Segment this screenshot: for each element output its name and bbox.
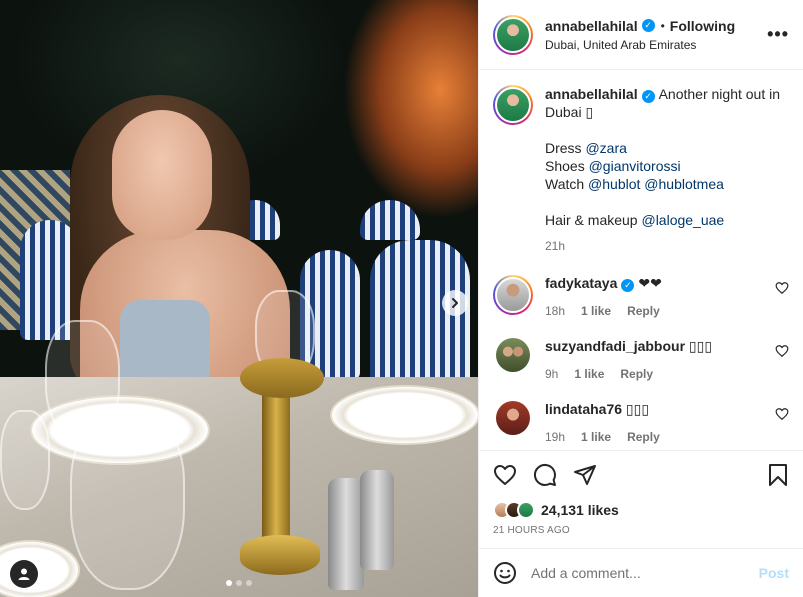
likes-summary[interactable]: 24,131 likes bbox=[493, 501, 789, 519]
comment-text: ❤❤ bbox=[638, 275, 662, 291]
hair-label: Hair & makeup bbox=[545, 212, 638, 228]
mention-link[interactable]: @gianvitorossi bbox=[589, 158, 681, 174]
mention-link[interactable]: @hublot bbox=[588, 176, 640, 192]
heart-icon[interactable] bbox=[775, 281, 789, 295]
author-username[interactable]: annabellahilal bbox=[545, 18, 638, 34]
emoji-icon[interactable] bbox=[493, 561, 517, 585]
post-actions: 24,131 likes 21 HOURS AGO bbox=[479, 450, 803, 536]
comment-item: fadykataya ✓ ❤❤ 18h 1 like Reply bbox=[493, 275, 789, 318]
comment-likes[interactable]: 1 like bbox=[574, 367, 604, 381]
shoes-label: Shoes bbox=[545, 158, 585, 174]
post-caption: annabellahilal ✓ Another night out in Duba… bbox=[493, 85, 789, 255]
dress-label: Dress bbox=[545, 140, 582, 156]
heart-icon[interactable] bbox=[493, 463, 517, 487]
more-options-icon[interactable]: ••• bbox=[767, 24, 789, 45]
comment-input[interactable] bbox=[531, 565, 759, 581]
share-icon[interactable] bbox=[573, 463, 597, 487]
wine-glass bbox=[0, 410, 50, 510]
reply-button[interactable]: Reply bbox=[620, 367, 653, 381]
caption-time[interactable]: 21h bbox=[545, 237, 789, 255]
pepper-shaker bbox=[328, 478, 364, 590]
carousel-indicator bbox=[0, 580, 478, 586]
mention-link[interactable]: @zara bbox=[585, 140, 626, 156]
comment-time[interactable]: 18h bbox=[545, 304, 565, 318]
comment-text: ▯▯▯ bbox=[625, 401, 650, 417]
commenter-avatar[interactable] bbox=[496, 338, 530, 372]
verified-icon: ✓ bbox=[641, 89, 655, 103]
author-avatar[interactable] bbox=[493, 14, 533, 55]
post-photo[interactable] bbox=[0, 0, 478, 597]
liker-avatar bbox=[517, 501, 535, 519]
salt-shaker bbox=[360, 470, 394, 570]
comment-icon[interactable] bbox=[533, 463, 557, 487]
comment-body: suzyandfadi_jabbour ▯▯▯ 9h 1 like Reply bbox=[545, 338, 789, 381]
comment-time[interactable]: 19h bbox=[545, 430, 565, 444]
user-tag-icon bbox=[18, 568, 30, 580]
background-chair bbox=[360, 200, 420, 240]
reply-button[interactable]: Reply bbox=[627, 430, 660, 444]
comment-time[interactable]: 9h bbox=[545, 367, 558, 381]
mention-link[interactable]: @hublotmea bbox=[644, 176, 724, 192]
post-location[interactable]: Dubai, United Arab Emirates bbox=[545, 38, 767, 52]
mention-link[interactable]: @laloge_uae bbox=[641, 212, 724, 228]
comment-composer: Post bbox=[479, 548, 803, 597]
post-comment-button[interactable]: Post bbox=[759, 565, 789, 581]
comment-item: lindataha76 ▯▯▯ 19h 1 like Reply bbox=[493, 401, 789, 444]
heart-icon[interactable] bbox=[775, 407, 789, 421]
verified-icon: ✓ bbox=[621, 279, 635, 292]
post-header: annabellahilal ✓ • Following Dubai, Unit… bbox=[479, 0, 803, 70]
caption-body: annabellahilal ✓ Another night out in Duba… bbox=[545, 85, 789, 255]
next-slide-button[interactable] bbox=[442, 290, 468, 316]
post-viewer: annabellahilal ✓ • Following Dubai, Unit… bbox=[0, 0, 803, 597]
comment-likes[interactable]: 1 like bbox=[581, 430, 611, 444]
carousel-dot bbox=[246, 580, 252, 586]
watch-label: Watch bbox=[545, 176, 585, 192]
carousel-dot bbox=[226, 580, 232, 586]
chevron-right-icon bbox=[452, 298, 458, 308]
author-avatar[interactable] bbox=[493, 85, 533, 125]
reply-button[interactable]: Reply bbox=[627, 304, 660, 318]
wine-glass bbox=[70, 410, 185, 590]
post-side-panel: annabellahilal ✓ • Following Dubai, Unit… bbox=[478, 0, 803, 597]
comment-body: fadykataya ✓ ❤❤ 18h 1 like Reply bbox=[545, 275, 789, 318]
commenter-avatar[interactable] bbox=[496, 401, 530, 435]
comment-body: lindataha76 ▯▯▯ 19h 1 like Reply bbox=[545, 401, 789, 444]
following-button[interactable]: Following bbox=[670, 18, 735, 34]
commenter-username[interactable]: suzyandfadi_jabbour bbox=[545, 338, 685, 354]
author-info: annabellahilal ✓ • Following Dubai, Unit… bbox=[545, 18, 767, 52]
woman-face bbox=[112, 110, 212, 240]
table-lamp bbox=[262, 380, 290, 540]
separator: • bbox=[660, 18, 665, 33]
likes-count[interactable]: 24,131 likes bbox=[541, 502, 619, 518]
plate bbox=[330, 385, 478, 445]
table-lamp-base bbox=[240, 535, 320, 575]
verified-icon: ✓ bbox=[641, 19, 655, 32]
caption-username[interactable]: annabellahilal bbox=[545, 86, 638, 102]
post-timestamp[interactable]: 21 HOURS AGO bbox=[493, 525, 789, 536]
bookmark-icon[interactable] bbox=[767, 463, 789, 487]
carousel-dot bbox=[236, 580, 242, 586]
table-lamp-head bbox=[240, 358, 324, 398]
comment-text: ▯▯▯ bbox=[688, 338, 713, 354]
comment-likes[interactable]: 1 like bbox=[581, 304, 611, 318]
commenter-username[interactable]: fadykataya bbox=[545, 275, 617, 291]
heart-icon[interactable] bbox=[775, 344, 789, 358]
commenter-avatar[interactable] bbox=[493, 275, 533, 315]
comment-item: suzyandfadi_jabbour ▯▯▯ 9h 1 like Reply bbox=[493, 338, 789, 381]
comments-list: annabellahilal ✓ Another night out in Duba… bbox=[479, 71, 803, 449]
commenter-username[interactable]: lindataha76 bbox=[545, 401, 622, 417]
